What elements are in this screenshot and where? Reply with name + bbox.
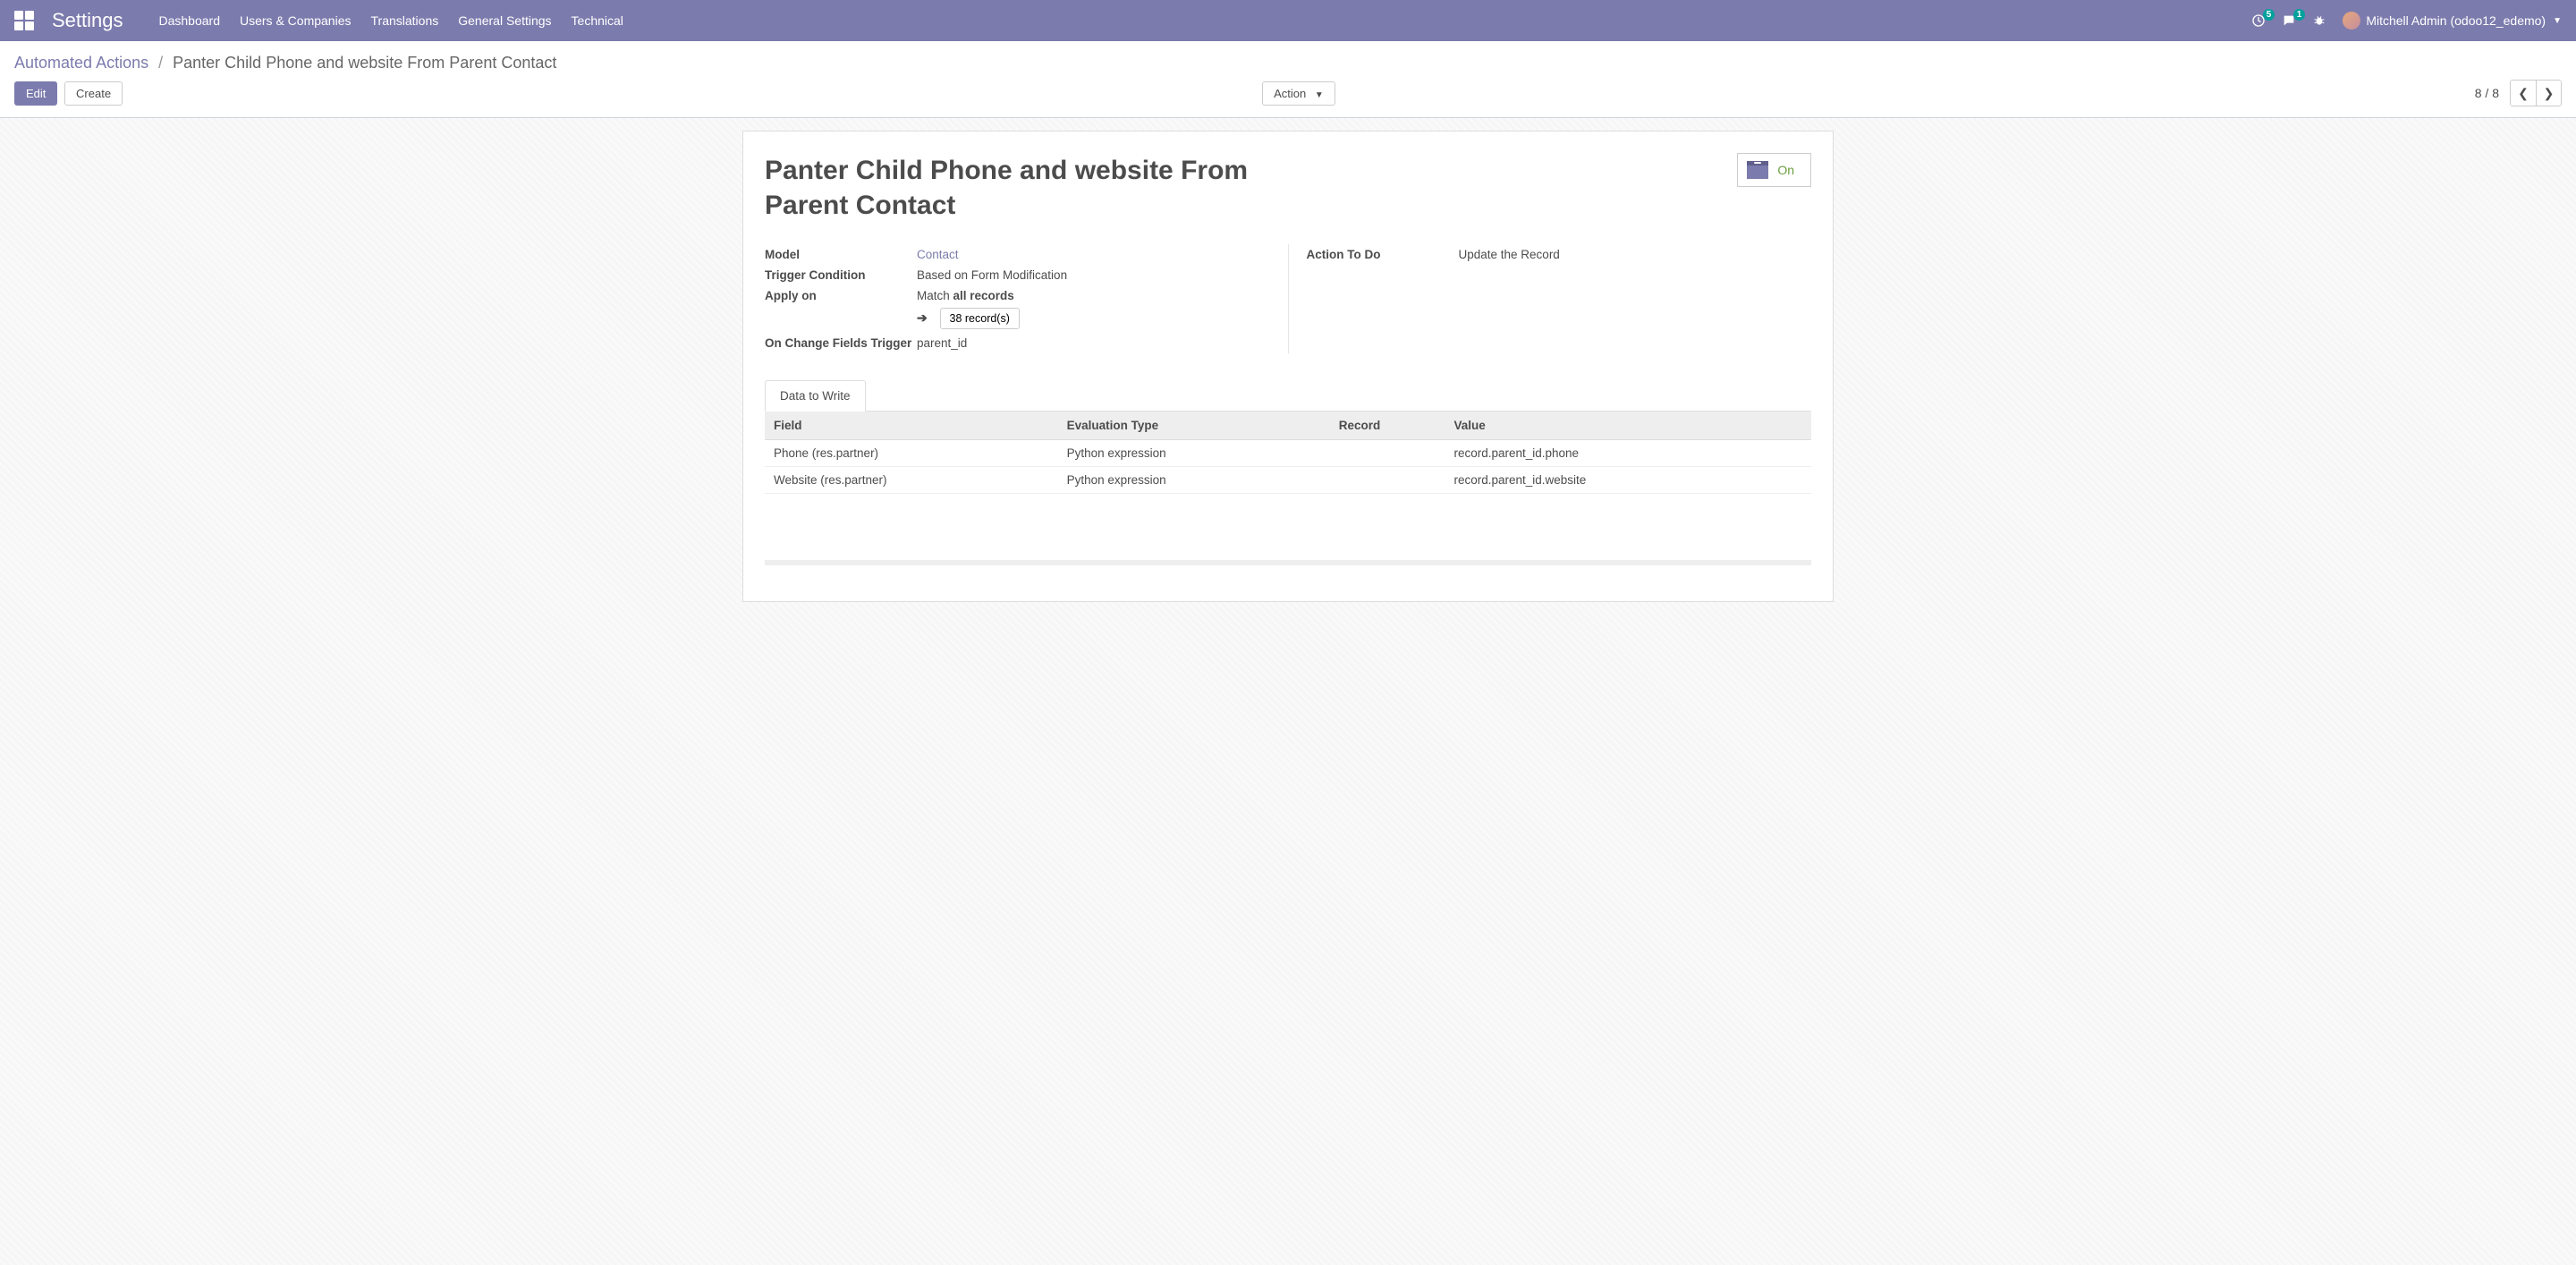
archive-icon (1747, 161, 1768, 179)
activities-icon[interactable]: 5 (2251, 13, 2266, 28)
action-dropdown-label: Action (1274, 87, 1306, 100)
create-button[interactable]: Create (64, 81, 123, 106)
value-trigger: Based on Form Modification (917, 268, 1270, 282)
nav-item-dashboard[interactable]: Dashboard (159, 13, 221, 28)
cell-field: Phone (res.partner) (765, 440, 1058, 467)
chevron-down-icon: ▼ (2553, 16, 2562, 26)
top-navbar: Settings Dashboard Users & Companies Tra… (0, 0, 2576, 41)
user-menu[interactable]: Mitchell Admin (odoo12_edemo) ▼ (2343, 12, 2562, 30)
form-sheet: Panter Child Phone and website From Pare… (742, 131, 1834, 602)
pager-prev-button[interactable]: ❮ (2511, 81, 2536, 106)
messages-badge: 1 (2293, 9, 2306, 21)
label-trigger: Trigger Condition (765, 268, 917, 282)
value-onchange: parent_id (917, 336, 1270, 350)
nav-item-translations[interactable]: Translations (371, 13, 439, 28)
label-apply-on: Apply on (765, 289, 917, 302)
table-empty-row[interactable] (765, 494, 1811, 524)
col-header-value[interactable]: Value (1445, 412, 1811, 440)
value-apply-on: Match all records (917, 289, 1014, 302)
app-brand: Settings (52, 9, 123, 32)
col-header-field[interactable]: Field (765, 412, 1058, 440)
avatar (2343, 12, 2360, 30)
debug-icon[interactable] (2312, 13, 2326, 28)
activities-badge: 5 (2263, 9, 2275, 21)
table-row[interactable]: Website (res.partner) Python expression … (765, 467, 1811, 494)
nav-item-general-settings[interactable]: General Settings (458, 13, 551, 28)
breadcrumb: Automated Actions / Panter Child Phone a… (14, 48, 2562, 80)
cell-record (1330, 440, 1445, 467)
model-link[interactable]: Contact (917, 248, 959, 261)
messages-icon[interactable]: 1 (2282, 13, 2296, 28)
action-dropdown[interactable]: Action ▼ (1262, 81, 1335, 106)
label-model: Model (765, 248, 917, 261)
status-toggle-button[interactable]: On (1737, 153, 1811, 187)
breadcrumb-separator: / (153, 54, 168, 72)
breadcrumb-parent-link[interactable]: Automated Actions (14, 54, 148, 72)
cp-left-buttons: Edit Create (14, 81, 123, 106)
apps-launcher-icon[interactable] (14, 11, 34, 30)
chevron-down-icon: ▼ (1315, 90, 1324, 100)
label-onchange: On Change Fields Trigger (765, 336, 917, 350)
col-header-record[interactable]: Record (1330, 412, 1445, 440)
tab-bar: Data to Write (765, 380, 1811, 412)
cell-eval: Python expression (1058, 440, 1330, 467)
pager-buttons: ❮ ❯ (2510, 80, 2562, 106)
pager-next-button[interactable]: ❯ (2536, 81, 2561, 106)
arrow-right-icon: ➔ (917, 310, 928, 325)
nav-menu: Dashboard Users & Companies Translations… (159, 13, 623, 28)
control-panel: Automated Actions / Panter Child Phone a… (0, 41, 2576, 118)
domain-records-button[interactable]: 38 record(s) (940, 308, 1020, 329)
cell-value: record.parent_id.website (1445, 467, 1811, 494)
nav-item-technical[interactable]: Technical (572, 13, 623, 28)
edit-button[interactable]: Edit (14, 81, 57, 106)
col-header-eval[interactable]: Evaluation Type (1058, 412, 1330, 440)
table-row[interactable]: Phone (res.partner) Python expression re… (765, 440, 1811, 467)
form-canvas: Panter Child Phone and website From Pare… (0, 118, 2576, 1265)
record-title: Panter Child Phone and website From Pare… (765, 153, 1266, 223)
status-label: On (1777, 163, 1794, 177)
table-footer-divider (765, 560, 1811, 565)
cell-value: record.parent_id.phone (1445, 440, 1811, 467)
cell-record (1330, 467, 1445, 494)
tab-data-to-write[interactable]: Data to Write (765, 380, 866, 412)
label-action-to-do: Action To Do (1307, 248, 1459, 261)
nav-item-users-companies[interactable]: Users & Companies (240, 13, 352, 28)
cell-eval: Python expression (1058, 467, 1330, 494)
breadcrumb-current: Panter Child Phone and website From Pare… (173, 54, 556, 72)
value-action-to-do: Update the Record (1459, 248, 1812, 261)
pager-text[interactable]: 8 / 8 (2475, 86, 2499, 100)
data-to-write-table: Field Evaluation Type Record Value Phone… (765, 412, 1811, 524)
user-name: Mitchell Admin (odoo12_edemo) (2366, 13, 2546, 28)
cell-field: Website (res.partner) (765, 467, 1058, 494)
